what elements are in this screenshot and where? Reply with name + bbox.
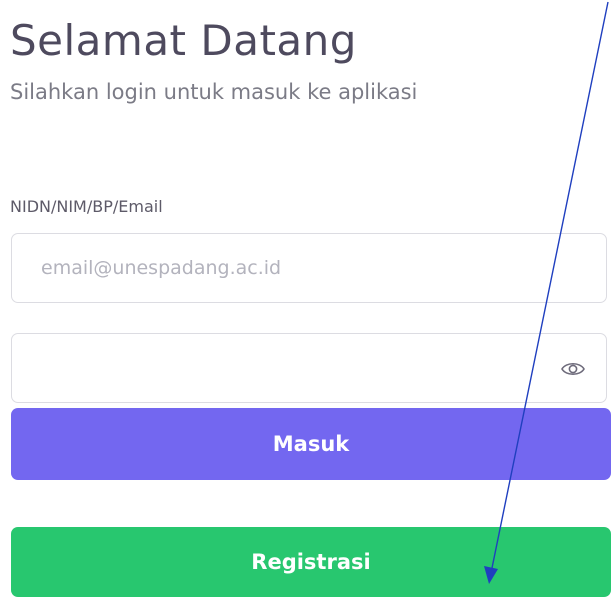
- username-placeholder: email@unespadang.ac.id: [41, 257, 282, 279]
- eye-icon[interactable]: [560, 356, 586, 382]
- password-input[interactable]: [11, 333, 607, 403]
- page-subtitle: Silahkan login untuk masuk ke aplikasi: [10, 80, 418, 104]
- register-button[interactable]: Registrasi: [11, 527, 611, 597]
- username-input[interactable]: email@unespadang.ac.id: [11, 233, 607, 303]
- login-button[interactable]: Masuk: [11, 408, 611, 480]
- username-label: NIDN/NIM/BP/Email: [10, 197, 163, 216]
- page-title: Selamat Datang: [10, 16, 357, 65]
